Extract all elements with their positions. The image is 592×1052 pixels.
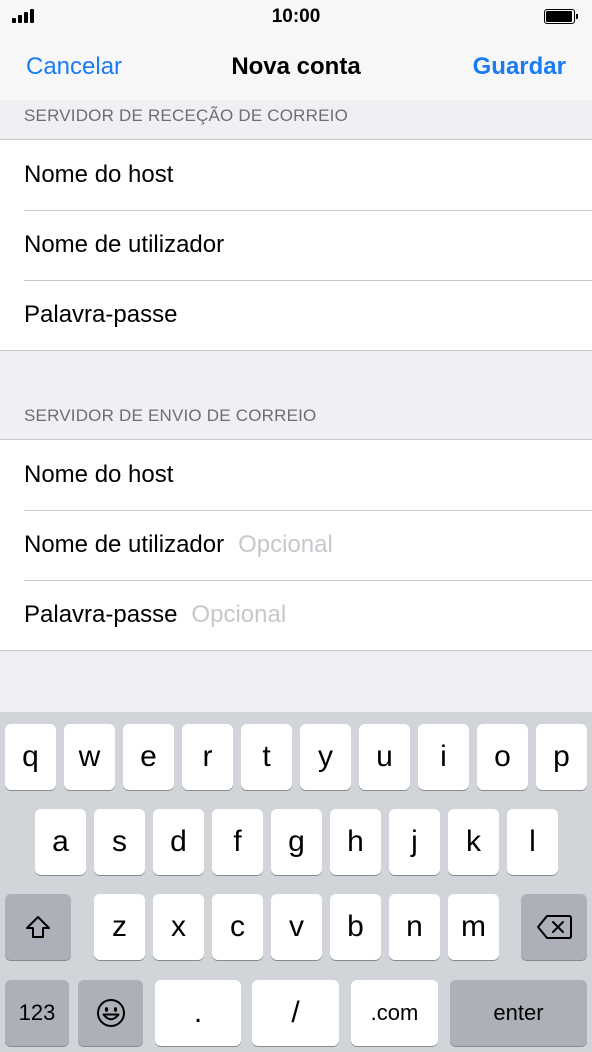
nav-bar: Cancelar Nova conta Guardar bbox=[0, 34, 592, 100]
slash-key[interactable]: / bbox=[252, 980, 339, 1046]
key-t[interactable]: t bbox=[241, 724, 292, 790]
key-d[interactable]: d bbox=[153, 809, 204, 875]
key-k[interactable]: k bbox=[448, 809, 499, 875]
key-e[interactable]: e bbox=[123, 724, 174, 790]
outgoing-host-label: Nome do host bbox=[24, 461, 174, 488]
dotcom-key[interactable]: .com bbox=[351, 980, 438, 1046]
key-r[interactable]: r bbox=[182, 724, 233, 790]
incoming-section-header: SERVIDOR DE RECEÇÃO DE CORREIO bbox=[24, 106, 349, 125]
key-w[interactable]: w bbox=[64, 724, 115, 790]
key-y[interactable]: y bbox=[300, 724, 351, 790]
status-time: 10:00 bbox=[271, 6, 321, 27]
outgoing-host-row[interactable]: Nome do host bbox=[0, 440, 592, 510]
incoming-host-input[interactable] bbox=[187, 155, 592, 195]
incoming-password-input[interactable] bbox=[191, 295, 592, 335]
incoming-host-label: Nome do host bbox=[24, 161, 174, 188]
key-a[interactable]: a bbox=[35, 809, 86, 875]
key-x[interactable]: x bbox=[153, 894, 204, 960]
incoming-username-row[interactable]: Nome de utilizador bbox=[0, 210, 592, 280]
key-g[interactable]: g bbox=[271, 809, 322, 875]
emoji-key[interactable] bbox=[78, 980, 143, 1046]
key-m[interactable]: m bbox=[448, 894, 499, 960]
keyboard: q w e r t y u i o p a s d f g h j k l z … bbox=[0, 712, 592, 1052]
shift-key[interactable] bbox=[5, 894, 71, 960]
incoming-password-row[interactable]: Palavra-passe bbox=[0, 280, 592, 350]
outgoing-username-label: Nome de utilizador bbox=[24, 531, 225, 558]
dot-key[interactable]: . bbox=[155, 980, 241, 1046]
key-h[interactable]: h bbox=[330, 809, 381, 875]
numbers-key[interactable]: 123 bbox=[5, 980, 69, 1046]
battery-icon bbox=[544, 9, 578, 24]
incoming-username-label: Nome de utilizador bbox=[24, 231, 225, 258]
outgoing-host-input[interactable] bbox=[187, 455, 592, 495]
outgoing-server-group: Nome do host Nome de utilizador Palavra-… bbox=[0, 439, 592, 651]
incoming-password-label: Palavra-passe bbox=[24, 301, 178, 328]
key-i[interactable]: i bbox=[418, 724, 469, 790]
key-q[interactable]: q bbox=[5, 724, 56, 790]
outgoing-username-row[interactable]: Nome de utilizador bbox=[0, 510, 592, 580]
key-j[interactable]: j bbox=[389, 809, 440, 875]
key-b[interactable]: b bbox=[330, 894, 381, 960]
outgoing-username-input[interactable] bbox=[238, 525, 592, 565]
save-button[interactable]: Guardar bbox=[473, 53, 566, 81]
outgoing-section-header: SERVIDOR DE ENVIO DE CORREIO bbox=[24, 406, 317, 425]
key-u[interactable]: u bbox=[359, 724, 410, 790]
incoming-username-input[interactable] bbox=[238, 225, 592, 265]
key-c[interactable]: c bbox=[212, 894, 263, 960]
key-p[interactable]: p bbox=[536, 724, 587, 790]
key-o[interactable]: o bbox=[477, 724, 528, 790]
outgoing-password-label: Palavra-passe bbox=[24, 601, 178, 628]
outgoing-password-row[interactable]: Palavra-passe bbox=[0, 580, 592, 650]
incoming-host-row[interactable]: Nome do host bbox=[0, 140, 592, 210]
key-l[interactable]: l bbox=[507, 809, 558, 875]
shift-icon bbox=[26, 916, 50, 938]
key-f[interactable]: f bbox=[212, 809, 263, 875]
incoming-server-group: Nome do host Nome de utilizador Palavra-… bbox=[0, 139, 592, 351]
emoji-icon bbox=[96, 999, 125, 1027]
key-v[interactable]: v bbox=[271, 894, 322, 960]
enter-key[interactable]: enter bbox=[450, 980, 587, 1046]
status-bar: 10:00 bbox=[0, 0, 592, 34]
key-s[interactable]: s bbox=[94, 809, 145, 875]
backspace-key[interactable] bbox=[521, 894, 587, 960]
backspace-icon bbox=[537, 915, 572, 939]
outgoing-password-input[interactable] bbox=[191, 595, 592, 635]
key-z[interactable]: z bbox=[94, 894, 145, 960]
key-n[interactable]: n bbox=[389, 894, 440, 960]
